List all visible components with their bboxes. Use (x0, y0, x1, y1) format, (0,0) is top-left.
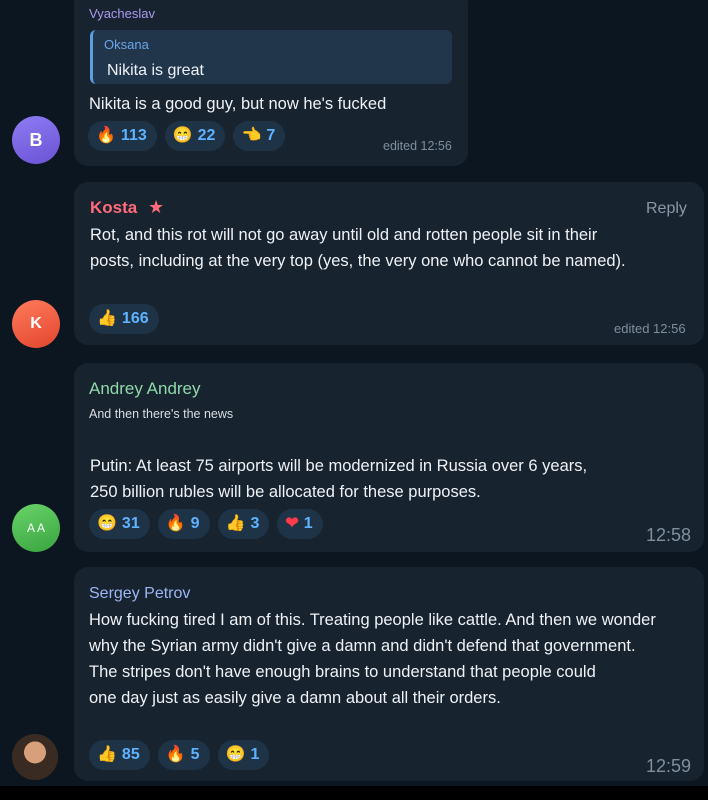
reaction-count: 1 (303, 515, 313, 532)
reactions-bar: 😁 31 🔥 9 👍 3 ❤ 1 (89, 509, 323, 539)
grinning-face-icon: 😁 (172, 127, 193, 144)
reaction-grin[interactable]: 😁 22 (164, 121, 226, 151)
reactions-bar: 🔥 113 😁 22 👈 7 (88, 121, 286, 151)
message-text-line: why the Syrian army didn't give a damn a… (89, 637, 636, 655)
thumbs-up-icon: 👍 (97, 310, 117, 327)
message-text-line: How fucking tired I am of this. Treating… (89, 611, 656, 629)
reaction-grin[interactable]: 😁 31 (89, 509, 150, 539)
reaction-count: 166 (121, 310, 149, 327)
grinning-face-icon: 😁 (97, 515, 117, 532)
fire-icon: 🔥 (96, 127, 116, 144)
reaction-count: 31 (121, 515, 140, 532)
quote-author: Oksana (104, 37, 149, 52)
message-text-line: Rot, and this rot will not go away until… (90, 226, 598, 244)
message-time: 12:58 (646, 525, 692, 545)
reaction-point[interactable]: 👈 7 (233, 121, 286, 151)
reaction-count: 22 (197, 127, 216, 144)
reaction-thumbs-up[interactable]: 👍 166 (89, 304, 159, 334)
fire-icon: 🔥 (165, 515, 186, 532)
avatar[interactable]: K (12, 300, 60, 348)
reaction-grin[interactable]: 😁 1 (217, 740, 270, 770)
pointing-hand-icon: 👈 (241, 127, 262, 144)
avatar-photo[interactable] (12, 734, 58, 780)
message-subtitle: And then there's the news (89, 407, 234, 421)
thumbs-up-icon: 👍 (225, 515, 246, 532)
reaction-count: 113 (120, 127, 147, 144)
sender-name[interactable]: Kosta (90, 198, 137, 218)
message-text-line: The stripes don't have enough brains to … (89, 663, 596, 681)
bottom-edge (0, 786, 708, 800)
reactions-bar: 👍 85 🔥 5 😁 1 (89, 740, 270, 770)
reaction-thumbs-up[interactable]: 👍 3 (217, 509, 270, 539)
reaction-count: 5 (190, 746, 200, 763)
avatar[interactable]: A A (12, 504, 60, 552)
sender-name[interactable]: Vyacheslav (89, 6, 155, 21)
star-icon: ★ (148, 197, 165, 217)
reaction-count: 85 (121, 746, 140, 763)
avatar[interactable]: B (12, 116, 60, 164)
message-time: edited 12:56 (614, 321, 686, 336)
thumbs-up-icon: 👍 (97, 746, 117, 763)
reaction-count: 3 (250, 515, 260, 532)
message-text-line: one day just as easily give a damn about… (89, 689, 501, 707)
reaction-thumbs-up[interactable]: 👍 85 (89, 740, 150, 770)
reaction-count: 9 (190, 515, 200, 532)
message-text: Nikita is a good guy, but now he's fucke… (89, 95, 387, 113)
message-text-line: 250 billion rubles will be allocated for… (90, 483, 481, 501)
reaction-fire[interactable]: 🔥 5 (157, 740, 210, 770)
heart-icon: ❤ (285, 515, 299, 532)
reactions-bar: 👍 166 (89, 304, 159, 334)
fire-icon: 🔥 (165, 746, 186, 763)
reaction-fire[interactable]: 🔥 9 (157, 509, 210, 539)
reaction-count: 7 (266, 127, 276, 144)
reply-quote[interactable]: Oksana Nikita is great (90, 30, 452, 84)
message-time: 12:59 (646, 756, 692, 776)
message-text-line: Putin: At least 75 airports will be mode… (90, 457, 588, 475)
message-text-line: posts, including at the very top (yes, t… (90, 252, 626, 270)
reaction-fire[interactable]: 🔥 113 (88, 121, 157, 151)
sender-name[interactable]: Andrey Andrey (89, 379, 201, 399)
quote-text: Nikita is great (107, 62, 204, 79)
message-time: edited 12:56 (383, 139, 452, 153)
reaction-count: 1 (250, 746, 260, 763)
reaction-heart[interactable]: ❤ 1 (277, 509, 323, 539)
reply-button[interactable]: Reply (646, 200, 687, 218)
grinning-face-icon: 😁 (225, 746, 246, 763)
sender-name[interactable]: Sergey Petrov (89, 585, 190, 603)
